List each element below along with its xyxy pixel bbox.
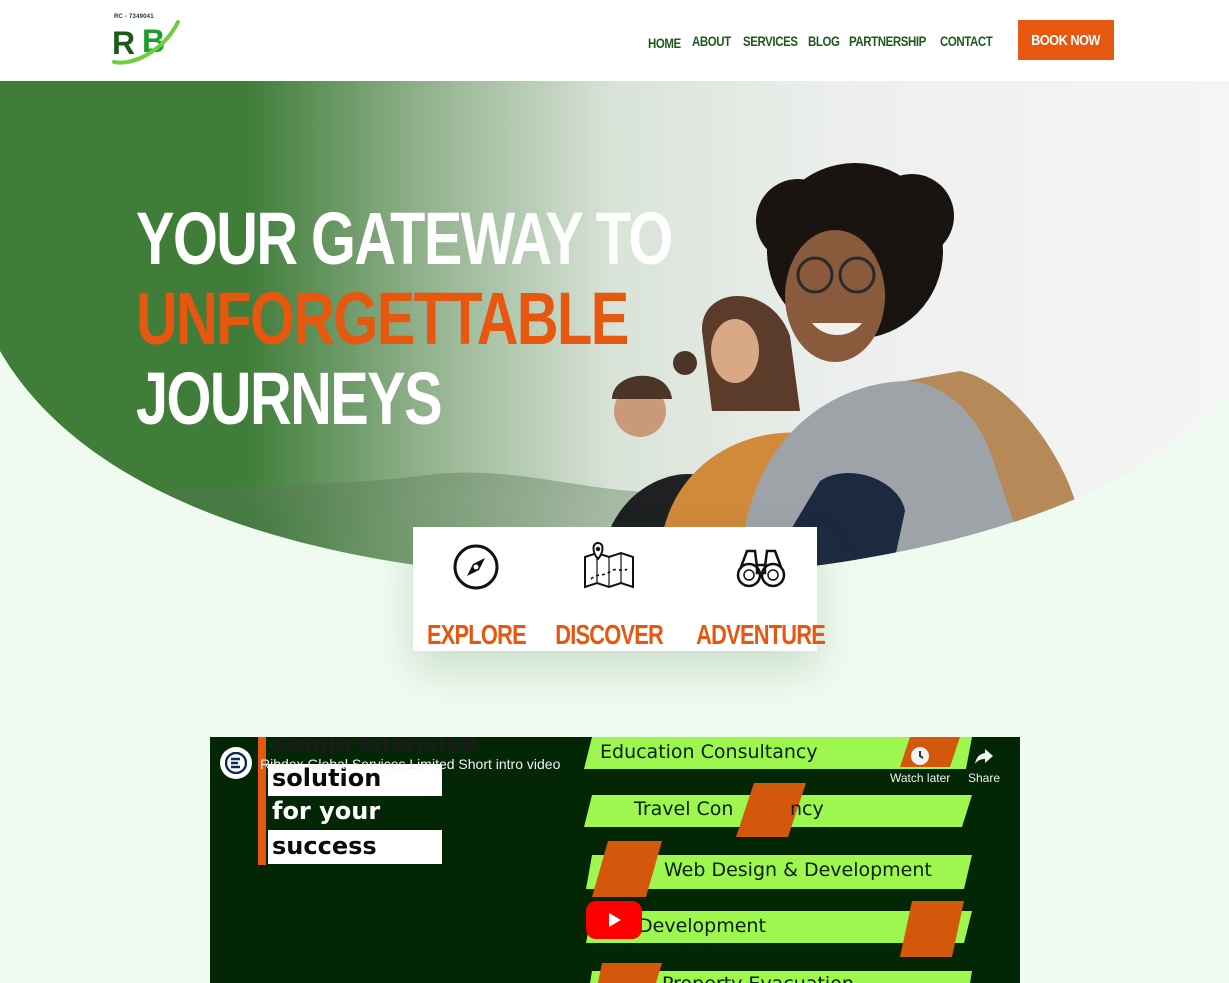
clock-icon: [911, 747, 930, 765]
book-now-button[interactable]: BOOK NOW: [1018, 20, 1114, 60]
compass-icon: [453, 544, 499, 590]
nav-contact[interactable]: CONTACT: [940, 33, 993, 49]
service-item: Web Design & Development: [664, 859, 932, 881]
share-icon: [975, 749, 994, 764]
hero-line-1: YOUR GATEWAY TO: [136, 197, 673, 280]
share-label: Share: [968, 771, 1001, 785]
binoculars-icon: [736, 549, 785, 588]
nav-partnership[interactable]: PARTNERSHIP: [849, 33, 926, 49]
feature-discover: DISCOVER: [540, 527, 678, 651]
share-button[interactable]: Share: [968, 745, 1000, 785]
intro-video-player[interactable]: comprehensive solution for your success …: [210, 737, 1020, 983]
service-item: Property Evacuation: [662, 973, 854, 983]
logo-mark: R B: [112, 20, 180, 65]
hero-line-3: JOURNEYS: [136, 357, 443, 440]
feature-card: EXPLORE DISCOVER ADVENTURE: [413, 527, 826, 651]
hero-line-2: UNFORGETTABLE: [136, 277, 629, 360]
nav-home[interactable]: HOME: [648, 35, 686, 51]
slide-word-4: success: [272, 832, 377, 860]
play-button[interactable]: [586, 901, 642, 939]
service-item: ncy: [790, 798, 824, 820]
channel-avatar[interactable]: [220, 747, 252, 779]
site-header: RC - 7349041 R B HOME ABOUT SERVICES BLO…: [0, 0, 1229, 81]
watch-later-label: Watch later: [890, 771, 951, 785]
video-title[interactable]: Ribdex Global Services Limited Short int…: [260, 756, 560, 772]
svg-text:R: R: [112, 25, 135, 61]
hero-section: YOUR GATEWAY TO UNFORGETTABLE JOURNEYS: [0, 81, 1229, 581]
nav-blog[interactable]: BLOG: [808, 33, 843, 49]
service-item: Development: [638, 915, 766, 937]
channel-logo-icon: [225, 752, 247, 774]
nav-services[interactable]: SERVICES: [743, 33, 798, 49]
feature-label-adventure: ADVENTURE: [696, 619, 826, 650]
feature-adventure: ADVENTURE: [678, 527, 843, 651]
service-item: Education Consultancy: [600, 741, 818, 763]
watch-later-button[interactable]: Watch later: [890, 745, 950, 785]
slide-word-3: for your: [272, 797, 381, 825]
hero-headline: YOUR GATEWAY TO UNFORGETTABLE JOURNEYS: [136, 199, 823, 439]
map-icon: [583, 541, 634, 589]
feature-explore: EXPLORE: [413, 527, 540, 651]
nav-about[interactable]: ABOUT: [692, 33, 735, 49]
main-nav: HOME ABOUT SERVICES BLOG PARTNERSHIP CON…: [648, 0, 998, 81]
feature-label-explore: EXPLORE: [426, 619, 527, 650]
feature-label-discover: DISCOVER: [555, 619, 664, 650]
slide-word-1: comprehensive: [272, 737, 478, 757]
service-item: Travel Con: [634, 798, 734, 820]
company-logo[interactable]: RC - 7349041 R B: [112, 14, 182, 66]
play-icon: [609, 913, 621, 927]
